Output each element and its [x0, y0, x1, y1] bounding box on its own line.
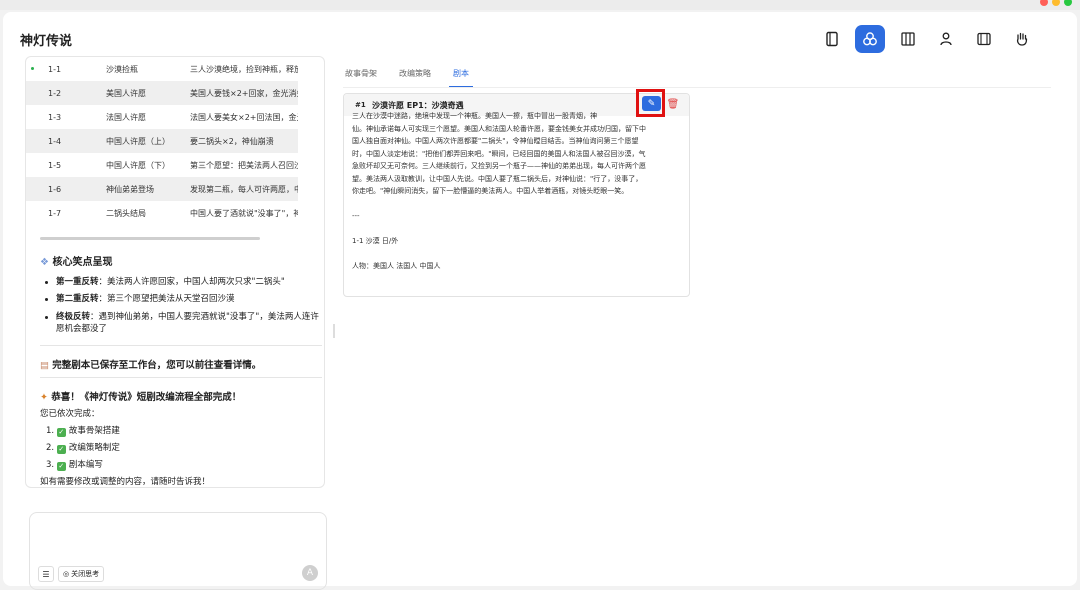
bullet-dot [45, 298, 48, 301]
library-button[interactable] [893, 25, 923, 53]
notebook-icon [826, 31, 838, 47]
saved-note: ▤ 完整剧本已保存至工作台，您可以前往查看详情。 [40, 360, 262, 371]
complete-intro: 您已依次完成： [40, 409, 100, 419]
party-icon: ✦ [40, 392, 48, 403]
step-item: 2. ✓ 改编策略制定 [46, 443, 120, 454]
checkmark-icon: ✓ [56, 462, 66, 471]
window-close-dot[interactable] [1040, 0, 1048, 6]
checkmark-icon: ✓ [56, 428, 66, 437]
app-window: 神灯传说 1-1 沙漠捡瓶 三人沙漠绝境，捡到神瓶，释放神 1-2 美国人许愿 美国人要… [3, 12, 1077, 590]
video-icon [977, 32, 991, 46]
complete-heading: ✦ 恭喜！《神灯传说》短剧改编流程全部完成！ [40, 392, 242, 403]
table-horizontal-scrollbar[interactable] [40, 237, 260, 240]
chat-input[interactable]: ☰ ◎ 关闭思考 A [29, 512, 327, 590]
bullet-dot [45, 281, 48, 284]
complete-outro: 如有需要修改或调整的内容，请随时告诉我！ [40, 477, 211, 487]
highlight-item: 第二重反转：第三个愿望把美法从天堂召回沙漠 [56, 294, 235, 304]
script-card[interactable]: #1 沙漠许愿 EP1：沙漠奇遇 ✎ 🗑 三人在沙漠中迷路，绝境中发现一个神瓶。… [343, 89, 690, 297]
bulb-icon: ◎ [63, 570, 70, 578]
settings-button[interactable]: ☰ [38, 566, 54, 582]
clipboard-icon: ▤ [40, 360, 49, 371]
window-minimize-dot[interactable] [1052, 0, 1060, 6]
tag-icon: ❖ [40, 257, 49, 268]
send-button[interactable]: A [302, 565, 318, 581]
table-row[interactable]: 1-4 中国人许愿（上） 要二锅头×2，神仙崩溃 [26, 129, 298, 153]
tab-adaptation-strategy[interactable]: 改编策略 [397, 68, 433, 88]
table-row[interactable]: 1-5 中国人许愿（下） 第三个愿望：把美法两人召回沙漠 [26, 153, 298, 177]
structure-button[interactable] [855, 25, 885, 53]
notebook-button[interactable] [817, 25, 847, 53]
toolbar [817, 25, 1037, 53]
think-toggle[interactable]: ◎ 关闭思考 [58, 566, 105, 582]
window-title-bar [0, 0, 1080, 10]
library-icon [901, 32, 915, 46]
tab-bar: 故事骨架 改编策略 剧本 [343, 68, 489, 88]
table-row[interactable]: 1-6 神仙弟弟登场 发现第二瓶，每人可许两愿，中国 [26, 177, 298, 201]
structure-icon [863, 32, 877, 46]
episode-number: #1 [355, 101, 366, 109]
table-row[interactable]: 1-7 二锅头结局 中国人要了酒就说"没事了"，神仙 [26, 201, 298, 225]
divider [40, 377, 322, 378]
divider [40, 345, 322, 346]
tab-script[interactable]: 剧本 [449, 68, 473, 88]
step-item: 3. ✓ 剧本编写 [46, 460, 103, 471]
characters-icon [940, 32, 952, 46]
table-row[interactable]: 1-1 沙漠捡瓶 三人沙漠绝境，捡到神瓶，释放神 [26, 57, 298, 81]
window-maximize-dot[interactable] [1064, 0, 1072, 6]
bullet-dot [45, 316, 48, 319]
panel-resize-handle[interactable] [333, 324, 335, 338]
checkmark-icon: ✓ [56, 445, 66, 454]
trash-icon: 🗑 [666, 98, 680, 110]
app-title: 神灯传说 [20, 34, 73, 49]
highlight-item: 终极反转：遇到神仙弟弟，中国人要完酒就说"没事了"，美法两人连许愿机会都没了 [56, 312, 319, 334]
scene-table[interactable]: 1-1 沙漠捡瓶 三人沙漠绝境，捡到神瓶，释放神 1-2 美国人许愿 美国人要钱×2+回… [26, 57, 298, 225]
sliders-icon: ☰ [42, 569, 50, 579]
hand-icon [1016, 32, 1028, 46]
hand-button[interactable] [1007, 25, 1037, 53]
video-button[interactable] [969, 25, 999, 53]
table-row[interactable]: 1-3法国人许愿法国人要美女×2+回法国，金光消 [26, 105, 298, 129]
active-indicator [31, 67, 34, 70]
script-content: 三人在沙漠中迷路，绝境中发现一个神瓶。美国人一擦，瓶中冒出一股青烟，神 仙。神仙… [352, 112, 646, 270]
delete-button[interactable]: 🗑 [666, 97, 680, 111]
tab-underline-divider [343, 87, 1051, 88]
tab-story-skeleton[interactable]: 故事骨架 [343, 68, 379, 88]
highlights-heading: ❖ 核心笑点呈现 [40, 257, 113, 268]
characters-button[interactable] [931, 25, 961, 53]
table-row[interactable]: 1-2 美国人许愿 美国人要钱×2+回家，金光消失 [26, 81, 298, 105]
conversation-panel[interactable]: 1-1 沙漠捡瓶 三人沙漠绝境，捡到神瓶，释放神 1-2 美国人许愿 美国人要钱×2+回… [25, 56, 325, 488]
highlight-item: 第一重反转：美法两人许愿回家，中国人却两次只求"二锅头" [56, 277, 285, 287]
step-item: 1. ✓ 故事骨架搭建 [46, 426, 120, 437]
